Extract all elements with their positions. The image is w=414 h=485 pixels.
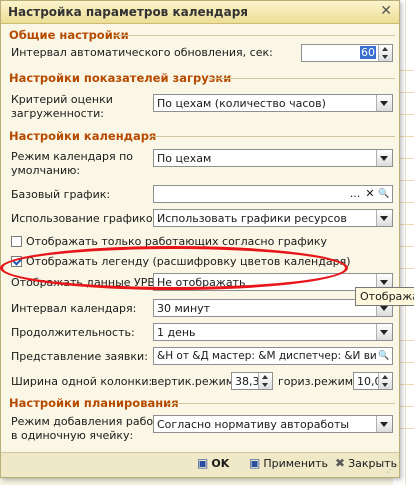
base-schedule-label: Базовый график:: [11, 188, 111, 201]
section-load-title: Настройки показателей загрузки: [9, 71, 232, 85]
chevron-down-icon[interactable]: [376, 150, 392, 166]
request-view-label: Представление заявки:: [11, 350, 148, 363]
add-mode-label-line1: Режим добавления работ: [11, 415, 160, 428]
criterion-label-line2: загруженности:: [11, 107, 104, 120]
request-view-input[interactable]: &Н от &Д мастер: &М диспетчер: &И вид ре…: [153, 347, 393, 365]
dialog-footer: ▣ OK ▣ Применить ✖ Закрыть ⋰: [1, 452, 399, 477]
horizontal-mode-label: гориз.режим:: [278, 375, 357, 388]
chevron-down-icon[interactable]: [376, 210, 392, 226]
close-icon[interactable]: ✕: [380, 3, 392, 19]
section-general-title: Общие настройки: [9, 28, 129, 42]
schedule-usage-select[interactable]: Использовать графики ресурсов: [153, 209, 393, 227]
add-mode-label-line2: в одиночную ячейку:: [11, 429, 134, 442]
refresh-interval-input[interactable]: 60: [301, 44, 393, 62]
calendar-mode-value: По цехам: [157, 152, 212, 165]
divider: [113, 35, 395, 36]
add-mode-select[interactable]: Согласно нормативу автоработы: [153, 415, 393, 433]
refresh-interval-value: 60: [360, 46, 376, 59]
close-icon: ✖: [335, 456, 346, 470]
request-view-value: &Н от &Д мастер: &М диспетчер: &И вид ре…: [157, 350, 376, 362]
clear-icon[interactable]: ✕: [363, 187, 377, 201]
horizontal-mode-spinner[interactable]: [378, 373, 392, 389]
criterion-label-line1: Критерий оценки: [11, 93, 113, 106]
column-width-label: Ширина одной колонки:: [11, 375, 153, 388]
highlight-annotation: [0, 246, 348, 290]
title-bar: Настройка параметров календаря ✕: [1, 1, 399, 24]
window-title: Настройка параметров календаря: [8, 5, 248, 19]
duration-select[interactable]: 1 день: [153, 323, 393, 341]
vertical-mode-label: вертик.режим:: [151, 375, 238, 388]
chevron-down-icon[interactable]: [376, 416, 392, 432]
vertical-mode-value: 38,3: [235, 375, 260, 388]
ok-button[interactable]: ▣ OK: [197, 456, 229, 474]
apply-icon: ▣: [249, 456, 261, 470]
refresh-interval-spinner[interactable]: [378, 45, 392, 61]
calendar-settings-dialog: Настройка параметров календаря ✕ Общие н…: [0, 0, 400, 478]
calendar-interval-label: Интервал календаря:: [11, 302, 137, 315]
ok-button-label: OK: [211, 457, 230, 470]
criterion-select[interactable]: По цехам (количество часов): [153, 94, 393, 112]
duration-label: Продолжительность:: [11, 326, 135, 339]
add-mode-value: Согласно нормативу автоработы: [157, 418, 350, 431]
section-calendar-title: Настройки календаря: [9, 129, 157, 143]
schedule-usage-label: Использование графиков:: [11, 212, 163, 225]
vertical-mode-input[interactable]: 38,3: [231, 372, 273, 390]
duration-value: 1 день: [157, 326, 196, 339]
divider: [149, 136, 395, 137]
search-icon[interactable]: 🔍: [377, 349, 391, 363]
resize-grip-icon[interactable]: ⋰: [386, 465, 396, 475]
search-icon[interactable]: 🔍: [377, 187, 391, 201]
save-icon: ▣: [197, 456, 209, 470]
base-schedule-input[interactable]: ... ✕ 🔍: [153, 185, 393, 203]
apply-button[interactable]: ▣ Применить: [249, 456, 328, 474]
divider: [167, 403, 395, 404]
apply-button-label: Применить: [263, 457, 329, 470]
chevron-down-icon[interactable]: [376, 324, 392, 340]
criterion-value: По цехам (количество часов): [157, 97, 326, 110]
schedule-usage-value: Использовать графики ресурсов: [157, 212, 347, 225]
divider: [207, 78, 395, 79]
select-button[interactable]: ...: [348, 187, 362, 201]
vertical-mode-spinner[interactable]: [258, 373, 272, 389]
chevron-down-icon[interactable]: [376, 95, 392, 111]
calendar-mode-select[interactable]: По цехам: [153, 149, 393, 167]
mode-label-line2: умолчанию:: [11, 164, 81, 177]
refresh-interval-label: Интервал автоматического обновления, сек…: [11, 46, 273, 59]
mode-label-line1: Режим календаря по: [11, 150, 133, 163]
horizontal-mode-input[interactable]: 10,0: [353, 372, 393, 390]
calendar-interval-value: 30 минут: [157, 302, 211, 315]
tooltip: Отображать: [355, 287, 414, 306]
section-planning-title: Настройки планирования: [9, 396, 179, 410]
only-working-checkbox[interactable]: [11, 236, 22, 247]
